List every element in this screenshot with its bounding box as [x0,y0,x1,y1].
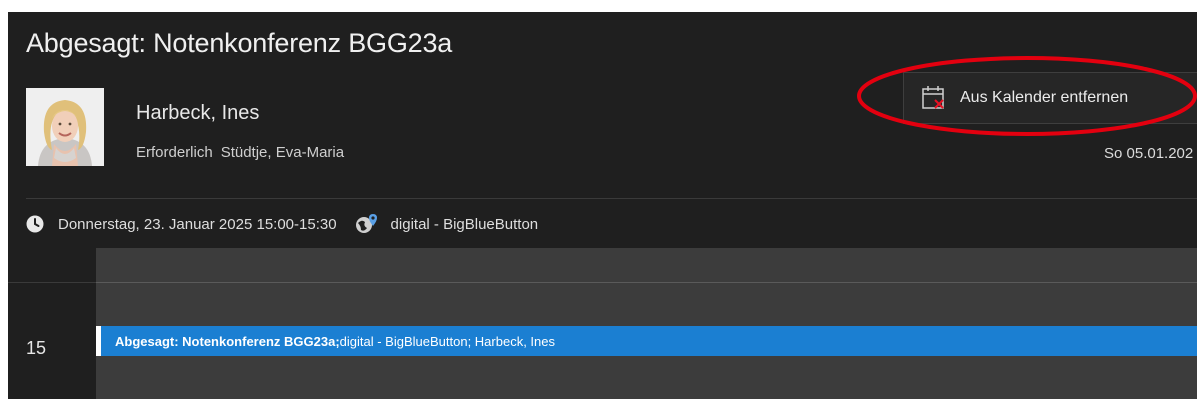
location-globe-icon [355,214,377,233]
attendees-line: Erforderlich Stüdtje, Eva-Maria [136,144,344,161]
meeting-details-row: Donnerstag, 23. Januar 2025 15:00-15:30 … [26,212,538,236]
event-title: Abgesagt: Notenkonferenz BGG23a; [115,333,340,349]
meeting-location[interactable]: digital - BigBlueButton [391,216,539,233]
remove-from-calendar-label: Aus Kalender entfernen [960,89,1129,106]
grid-line [8,282,96,283]
event-details: digital - BigBlueButton; Harbeck, Ines [339,333,555,349]
meeting-reading-pane: Abgesagt: Notenkonferenz BGG23a Harbeck,… [8,12,1197,399]
attendee-name[interactable]: Stüdtje, Eva-Maria [221,144,344,161]
calendar-x-icon [922,86,944,109]
calendar-event[interactable]: Abgesagt: Notenkonferenz BGG23a; digital… [96,326,1197,356]
header-divider [26,198,1197,199]
calendar-preview: 15 Abgesagt: Notenkonferenz BGG23a; digi… [8,248,1197,399]
meeting-subject: Abgesagt: Notenkonferenz BGG23a [26,28,453,58]
sent-date: So 05.01.202 [1104,145,1194,162]
hour-label: 15 [26,338,47,358]
organizer-name[interactable]: Harbeck, Ines [136,102,259,125]
remove-from-calendar-button[interactable]: Aus Kalender entfernen [903,72,1197,124]
calendar-grid[interactable] [96,248,1197,399]
attendee-required-label: Erforderlich [136,144,213,161]
clock-icon [26,215,44,233]
meeting-time: Donnerstag, 23. Januar 2025 15:00-15:30 [58,215,337,233]
organizer-avatar [26,88,104,166]
grid-line [96,282,1197,283]
